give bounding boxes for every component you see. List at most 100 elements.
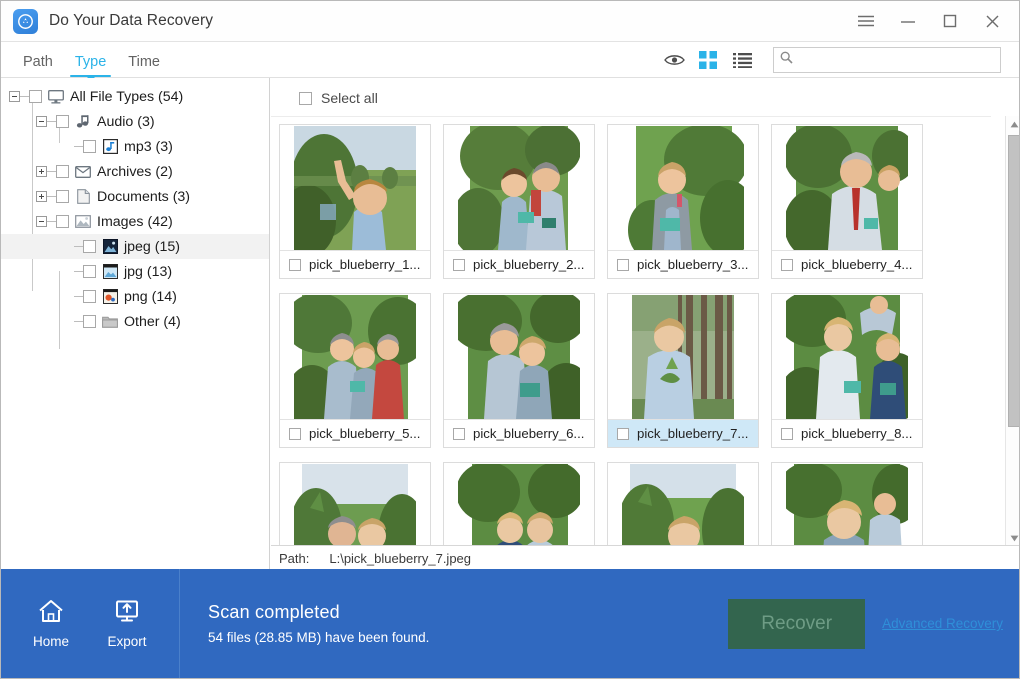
tree-checkbox[interactable] bbox=[56, 190, 69, 203]
tree-node-label: mp3 (3) bbox=[124, 138, 173, 155]
file-card-label[interactable]: pick_blueberry_6... bbox=[444, 419, 594, 447]
expander-minus-icon[interactable] bbox=[9, 91, 20, 102]
computer-icon bbox=[48, 89, 64, 104]
file-card-label[interactable]: pick_blueberry_4... bbox=[772, 250, 922, 278]
file-card[interactable]: pick_blueberry_4... bbox=[771, 124, 923, 279]
tree-checkbox[interactable] bbox=[83, 240, 96, 253]
export-icon bbox=[113, 598, 141, 629]
advanced-recovery-link[interactable]: Advanced Recovery bbox=[882, 616, 1003, 631]
tree-node-images[interactable]: Images (42) bbox=[1, 209, 269, 234]
tree-node-all-file-types[interactable]: All File Types (54) bbox=[1, 84, 269, 109]
expander-minus-icon[interactable] bbox=[36, 216, 47, 227]
grid-view-icon[interactable] bbox=[691, 45, 725, 75]
minimize-icon[interactable] bbox=[887, 1, 929, 42]
file-card[interactable]: pick_blueberry_6... bbox=[443, 293, 595, 448]
expander-minus-icon[interactable] bbox=[36, 116, 47, 127]
tree-checkbox[interactable] bbox=[29, 90, 42, 103]
file-card[interactable] bbox=[607, 462, 759, 546]
tree-node-mp3[interactable]: mp3 (3) bbox=[1, 134, 269, 159]
file-card-label[interactable]: pick_blueberry_8... bbox=[772, 419, 922, 447]
scroll-up-arrow-icon[interactable] bbox=[1006, 116, 1019, 132]
maximize-icon[interactable] bbox=[929, 1, 971, 42]
expander-none bbox=[63, 291, 74, 302]
list-view-icon[interactable] bbox=[725, 45, 759, 75]
file-card[interactable]: pick_blueberry_3... bbox=[607, 124, 759, 279]
tab-path[interactable]: Path bbox=[12, 54, 64, 77]
archive-icon bbox=[75, 164, 91, 179]
file-thumbnail bbox=[772, 294, 922, 420]
file-card-selected[interactable]: pick_blueberry_7... bbox=[607, 293, 759, 448]
file-checkbox[interactable] bbox=[781, 258, 793, 271]
path-bar: Path: L:\pick_blueberry_7.jpeg bbox=[271, 545, 1019, 571]
tree-node-jpg[interactable]: jpg (13) bbox=[1, 259, 269, 284]
tree-checkbox[interactable] bbox=[83, 140, 96, 153]
file-card-label[interactable]: pick_blueberry_7... bbox=[608, 419, 758, 447]
tree-node-label: jpeg (15) bbox=[124, 238, 180, 255]
file-thumbnail bbox=[772, 125, 922, 251]
file-card-label[interactable]: pick_blueberry_5... bbox=[280, 419, 430, 447]
tree-dash bbox=[47, 196, 56, 197]
file-checkbox[interactable] bbox=[617, 258, 629, 271]
tree-dash bbox=[74, 271, 83, 272]
select-all-checkbox[interactable] bbox=[299, 91, 312, 105]
thumbnail-grid: pick_blueberry_1... pick_blueberry_2... … bbox=[271, 117, 991, 546]
file-card[interactable]: pick_blueberry_5... bbox=[279, 293, 431, 448]
file-card[interactable] bbox=[443, 462, 595, 546]
search-input[interactable] bbox=[799, 53, 994, 67]
tree-node-audio[interactable]: Audio (3) bbox=[1, 109, 269, 134]
tree-node-png[interactable]: png (14) bbox=[1, 284, 269, 309]
file-checkbox[interactable] bbox=[617, 427, 629, 440]
file-card[interactable]: pick_blueberry_2... bbox=[443, 124, 595, 279]
recover-button[interactable]: Recover bbox=[728, 598, 866, 649]
file-card-label[interactable]: pick_blueberry_3... bbox=[608, 250, 758, 278]
file-checkbox[interactable] bbox=[453, 427, 465, 440]
vertical-scrollbar[interactable] bbox=[1005, 116, 1019, 546]
tree-checkbox[interactable] bbox=[56, 115, 69, 128]
tree-node-documents[interactable]: Documents (3) bbox=[1, 184, 269, 209]
file-thumbnail bbox=[280, 125, 430, 251]
file-card[interactable]: pick_blueberry_8... bbox=[771, 293, 923, 448]
expander-plus-icon[interactable] bbox=[36, 191, 47, 202]
scrollbar-thumb[interactable] bbox=[1008, 135, 1019, 427]
file-checkbox[interactable] bbox=[453, 258, 465, 271]
tab-type[interactable]: Type bbox=[64, 54, 117, 81]
scroll-down-arrow-icon[interactable] bbox=[1006, 530, 1019, 546]
search-box[interactable] bbox=[773, 47, 1001, 73]
home-button[interactable]: Home bbox=[13, 598, 89, 649]
scan-status: Scan completed 54 files (28.85 MB) have … bbox=[208, 602, 429, 645]
file-type-tree[interactable]: All File Types (54) Audio (3) mp3 (3) Ar… bbox=[1, 78, 270, 571]
tree-checkbox[interactable] bbox=[83, 315, 96, 328]
tab-time[interactable]: Time bbox=[117, 54, 171, 77]
expander-none bbox=[63, 241, 74, 252]
tree-checkbox[interactable] bbox=[56, 165, 69, 178]
file-name: pick_blueberry_1... bbox=[309, 257, 421, 273]
tree-node-archives[interactable]: Archives (2) bbox=[1, 159, 269, 184]
tree-checkbox[interactable] bbox=[83, 265, 96, 278]
file-card[interactable] bbox=[771, 462, 923, 546]
file-checkbox[interactable] bbox=[289, 427, 301, 440]
select-all-row[interactable]: Select all bbox=[299, 90, 378, 106]
file-card-label[interactable]: pick_blueberry_1... bbox=[280, 250, 430, 278]
file-name: pick_blueberry_5... bbox=[309, 426, 421, 442]
tree-node-jpeg[interactable]: jpeg (15) bbox=[1, 234, 269, 259]
file-thumbnail bbox=[444, 125, 594, 251]
file-checkbox[interactable] bbox=[781, 427, 793, 440]
view-toolbar bbox=[657, 42, 1019, 78]
tree-node-label: All File Types (54) bbox=[70, 88, 184, 105]
tree-node-other[interactable]: Other (4) bbox=[1, 309, 269, 334]
tree-checkbox[interactable] bbox=[83, 290, 96, 303]
file-card[interactable] bbox=[279, 462, 431, 546]
expander-none bbox=[63, 141, 74, 152]
close-icon[interactable] bbox=[971, 1, 1013, 42]
tree-dash bbox=[47, 171, 56, 172]
preview-eye-icon[interactable] bbox=[657, 45, 691, 75]
file-card[interactable]: pick_blueberry_1... bbox=[279, 124, 431, 279]
export-button[interactable]: Export bbox=[89, 598, 165, 649]
hamburger-menu-icon[interactable] bbox=[845, 1, 887, 42]
file-checkbox[interactable] bbox=[289, 258, 301, 271]
expander-plus-icon[interactable] bbox=[36, 166, 47, 177]
file-card-label[interactable]: pick_blueberry_2... bbox=[444, 250, 594, 278]
mp3-file-icon bbox=[102, 139, 118, 154]
png-file-icon bbox=[102, 289, 118, 304]
tree-checkbox[interactable] bbox=[56, 215, 69, 228]
